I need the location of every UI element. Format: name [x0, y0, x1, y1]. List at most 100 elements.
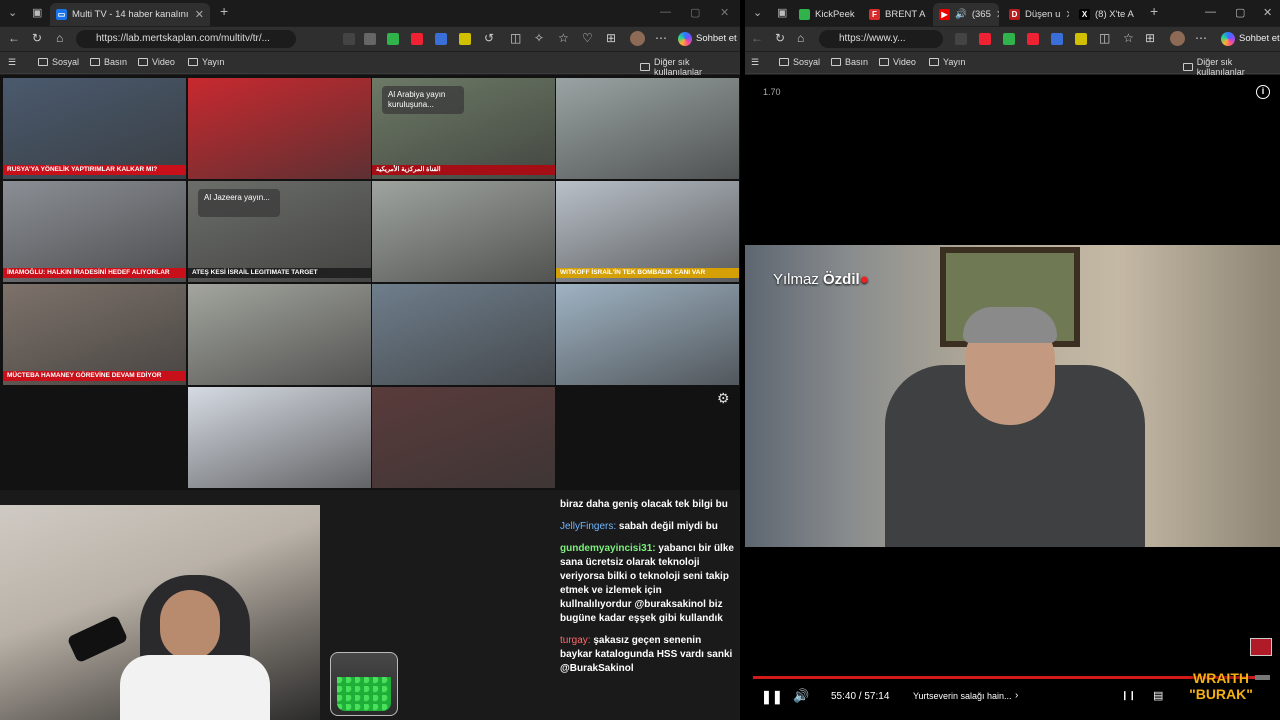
workspaces-icon[interactable]: ▣ [32, 6, 42, 19]
tv-tile[interactable] [372, 181, 555, 282]
bookmark-folder[interactable]: Basın [831, 57, 868, 67]
video-frame[interactable]: Yılmaz Özdil● [745, 245, 1280, 547]
audio-icon[interactable]: 🔊 [955, 9, 967, 20]
extension-icon[interactable] [411, 33, 423, 45]
tab-kickpeek[interactable]: KickPeek ✕ [793, 3, 859, 26]
bookmark-folder[interactable]: Yayın [188, 57, 224, 67]
extension-icon[interactable] [1075, 33, 1087, 45]
bookmark-folder[interactable]: Sosyal [779, 57, 820, 67]
profile-avatar[interactable] [630, 31, 645, 46]
tv-tile[interactable]: İMAMOĞLU: HALKIN İRADESİNİ HEDEF ALIYORL… [3, 181, 186, 282]
favorites-icon[interactable]: ☆ [1123, 31, 1134, 45]
chat-username[interactable]: turgay: [560, 635, 591, 646]
chat-username[interactable]: JellyFingers: [560, 521, 616, 532]
channel-overlay[interactable]: Al Jazeera yayın... [198, 189, 280, 217]
other-bookmarks[interactable]: Diğer sık kullanılanlar [640, 57, 740, 77]
info-icon[interactable]: i [1256, 85, 1270, 99]
bookmark-folder[interactable]: Sosyal [38, 57, 79, 67]
url-field[interactable]: https://www.y... [819, 30, 943, 48]
copilot-chat-button[interactable]: Sohbet et [1221, 30, 1280, 48]
pause-icon[interactable]: ❚❚ [761, 689, 783, 705]
refresh-icon[interactable]: ↻ [775, 31, 785, 45]
tv-tile[interactable] [188, 387, 371, 488]
back-icon[interactable]: ← [8, 31, 20, 45]
maximize-button[interactable]: ▢ [690, 6, 700, 19]
more-menu-icon[interactable]: ⋯ [655, 31, 667, 45]
translate-icon[interactable] [1051, 33, 1063, 45]
favorites-icon[interactable]: ☆ [558, 31, 569, 45]
gear-icon[interactable]: ⚙ [717, 390, 730, 407]
extension-icon[interactable] [1003, 33, 1015, 45]
autoplay-toggle-icon[interactable]: ❙❙ [1121, 690, 1136, 701]
tab-actions-icon[interactable]: ⌄ [8, 6, 17, 19]
tv-tile[interactable] [556, 284, 739, 385]
minimize-button[interactable]: — [1205, 6, 1216, 18]
other-bookmarks[interactable]: Diğer sık kullanılanlar [1183, 57, 1280, 77]
home-icon[interactable]: ⌂ [56, 31, 63, 45]
tv-tile[interactable] [372, 284, 555, 385]
extension-icon[interactable] [364, 33, 376, 45]
split-screen-icon[interactable]: ◫ [510, 31, 521, 45]
split-screen-icon[interactable]: ◫ [1099, 31, 1110, 45]
tab-x[interactable]: X (8) X'te A ✕ [1073, 3, 1139, 26]
close-window-button[interactable]: ✕ [720, 6, 729, 19]
profile-avatar[interactable] [1170, 31, 1185, 46]
close-window-button[interactable]: ✕ [1263, 6, 1272, 19]
tv-tile[interactable]: RUSYA'YA YÖNELİK YAPTIRIMLAR KALKAR MI? [3, 78, 186, 179]
tv-tile[interactable] [556, 78, 739, 179]
home-icon[interactable]: ⌂ [797, 31, 804, 45]
tab-youtube-active[interactable]: ▶ 🔊 (365 ✕ [933, 3, 999, 26]
chapter-title[interactable]: Yurtseverin salağı hain... [913, 691, 1012, 701]
extension-icon[interactable] [343, 33, 355, 45]
bookmark-folder[interactable]: Basın [90, 57, 127, 67]
bookmark-folder[interactable]: Video [879, 57, 916, 67]
tv-tile[interactable]: WITKOFF İSRAİL'İN TEK BOMBALIK CANI VAR [556, 181, 739, 282]
tab-multi-tv[interactable]: ▭ Multi TV - 14 haber kanalını aynı a ✕ [50, 3, 210, 26]
maximize-button[interactable]: ▢ [1235, 6, 1245, 19]
tab-actions-icon[interactable]: ⌄ [753, 6, 762, 19]
tab-brent[interactable]: F BRENT A ✕ [863, 3, 929, 26]
subtitles-icon[interactable]: ▤ [1153, 689, 1163, 702]
extension-icon[interactable] [1027, 33, 1039, 45]
video-player[interactable]: 1.70 i Yılmaz Özdil● ❚❚ 🔊 55:40 / 57:14 … [745, 75, 1280, 720]
tv-tile[interactable]: Al Jazeera yayın... ATEŞ KESİ İSRAİL LEGI… [188, 181, 371, 282]
bookmark-folder[interactable]: Video [138, 57, 175, 67]
channel-overlay[interactable]: Al Arabiya yayın kuruluşuna... [382, 86, 464, 114]
refresh-extension-icon[interactable]: ↺ [484, 31, 494, 45]
close-tab-icon[interactable]: ✕ [996, 8, 999, 21]
collections-icon[interactable]: ⊞ [1145, 31, 1155, 45]
new-tab-button[interactable]: + [1150, 3, 1158, 19]
browser-essentials-icon[interactable]: ♡ [582, 31, 593, 45]
tv-tile[interactable] [372, 387, 555, 488]
chapter-chevron-icon[interactable]: › [1015, 690, 1018, 701]
folder-icon [831, 58, 841, 66]
back-icon[interactable]: ← [751, 31, 763, 45]
extension-icon[interactable] [979, 33, 991, 45]
extension-icon[interactable] [459, 33, 471, 45]
refresh-icon[interactable]: ↻ [32, 31, 42, 45]
tv-tile[interactable] [188, 284, 371, 385]
minimize-button[interactable]: — [660, 6, 671, 18]
chat-label: Sohbet et [696, 33, 737, 44]
more-menu-icon[interactable]: ⋯ [1195, 31, 1207, 45]
tv-tile[interactable] [188, 78, 371, 179]
close-tab-icon[interactable]: ✕ [1065, 8, 1069, 21]
chat-username[interactable]: gundemyayincisi31: [560, 543, 656, 554]
tv-tile[interactable]: MÜCTEBA HAMANEY GÖREVİNE DEVAM EDİYOR [3, 284, 186, 385]
close-tab-icon[interactable]: ✕ [195, 8, 204, 21]
tab-dusen[interactable]: D Düşen u ✕ [1003, 3, 1069, 26]
workspaces-icon[interactable]: ▣ [777, 6, 787, 19]
url-field[interactable]: https://lab.mertskaplan.com/multitv/tr/.… [76, 30, 296, 48]
extensions-icon[interactable]: ✧ [534, 31, 544, 45]
extension-icon[interactable] [387, 33, 399, 45]
new-tab-button[interactable]: + [220, 3, 228, 19]
bookmark-folder[interactable]: Yayın [929, 57, 965, 67]
volume-icon[interactable]: 🔊 [793, 688, 809, 704]
copilot-chat-button[interactable]: Sohbet et [678, 30, 737, 48]
collections-icon[interactable]: ⊞ [606, 31, 616, 45]
translate-icon[interactable] [435, 33, 447, 45]
tv-tile[interactable]: Al Arabiya yayın kuruluşuna... القناة الم… [372, 78, 555, 179]
reading-list-icon[interactable]: ☰ [8, 57, 16, 68]
reading-list-icon[interactable]: ☰ [751, 57, 759, 68]
extension-icon[interactable] [955, 33, 967, 45]
